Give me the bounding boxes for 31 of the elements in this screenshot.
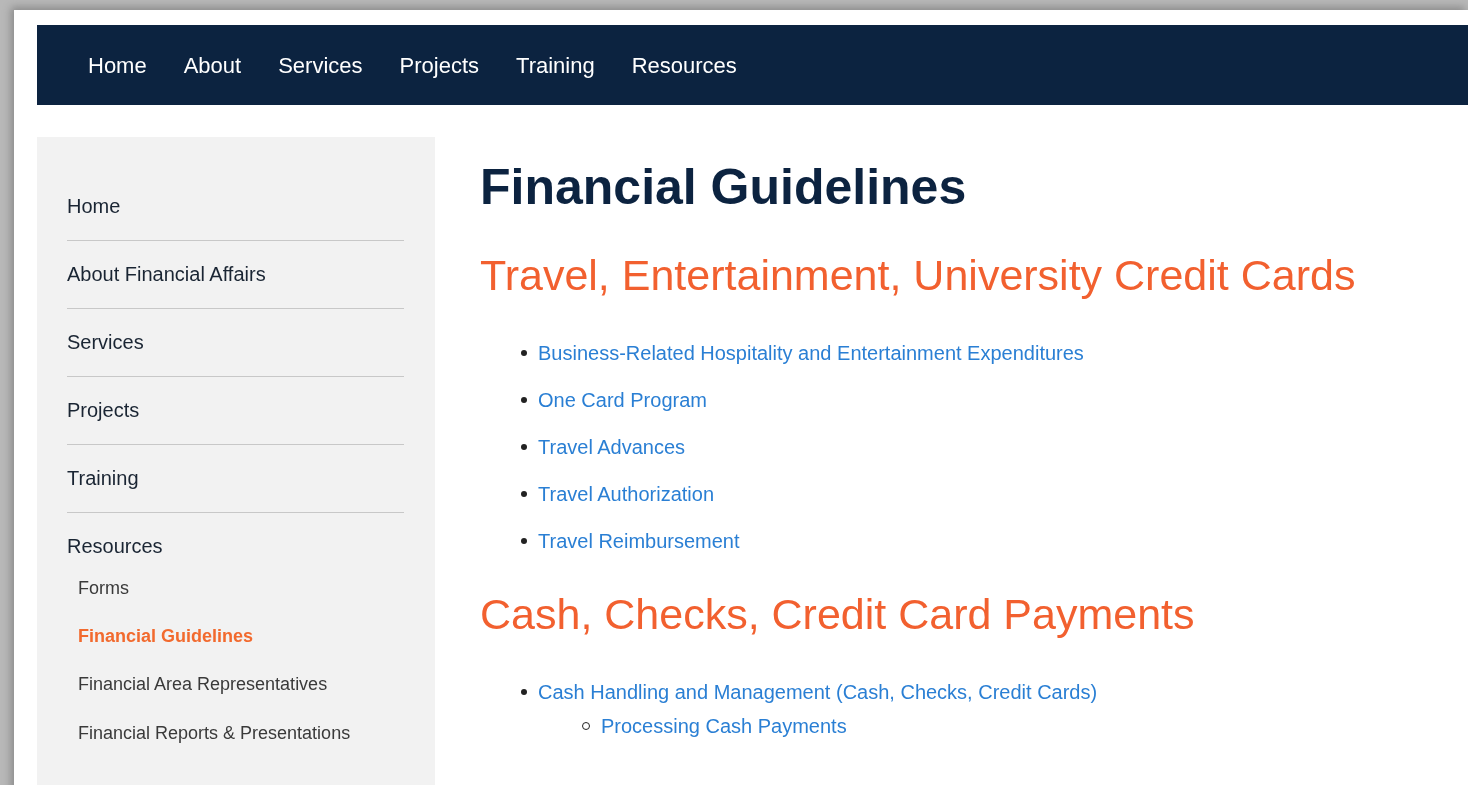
link[interactable]: Travel Reimbursement <box>538 526 740 557</box>
sidebar-item[interactable]: Projects <box>67 395 404 425</box>
nav-link[interactable]: Home <box>88 48 147 82</box>
section-heading: Cash, Checks, Credit Card Payments <box>480 588 1196 640</box>
nav-link[interactable]: Projects <box>399 48 480 82</box>
bullet-icon <box>521 688 527 695</box>
sidebar-item[interactable]: About Financial Affairs <box>67 259 404 289</box>
bullet-icon <box>521 491 527 498</box>
link[interactable]: Business-Related Hospitality and Entertainment Expenditures <box>538 338 1084 369</box>
bullet-icon <box>521 538 527 545</box>
page-title: Financial Guidelines <box>480 158 968 217</box>
sidebar-item[interactable]: Resources <box>67 531 404 561</box>
link[interactable]: Travel Authorization <box>538 479 714 510</box>
link[interactable]: Processing Cash Payments <box>601 711 847 742</box>
nav-link[interactable]: About <box>183 48 242 82</box>
sidebar-item[interactable]: Home <box>67 191 404 221</box>
nav-link[interactable]: Resources <box>631 48 737 82</box>
link[interactable]: Travel Advances <box>538 432 686 463</box>
bullet-icon <box>521 350 527 357</box>
sidebar-subitem[interactable]: Financial Reports & Presentations <box>67 709 404 758</box>
sidebar-subitem[interactable]: Forms <box>67 565 404 614</box>
bullet-icon <box>521 444 527 451</box>
section-heading: Travel, Entertainment, University Credit Cards <box>480 250 1357 301</box>
nav-link[interactable]: Training <box>516 48 595 82</box>
nav-link[interactable]: Services <box>278 48 363 82</box>
sidebar-subitem[interactable]: Financial Area Representatives <box>67 661 404 710</box>
sidebar-item[interactable]: Training <box>67 463 404 493</box>
bullet-icon <box>521 397 527 404</box>
sidebar-item[interactable]: Services <box>67 327 404 357</box>
link[interactable]: Cash Handling and Management (Cash, Checks, Credit Cards) <box>538 676 1098 707</box>
link[interactable]: One Card Program <box>538 385 707 416</box>
